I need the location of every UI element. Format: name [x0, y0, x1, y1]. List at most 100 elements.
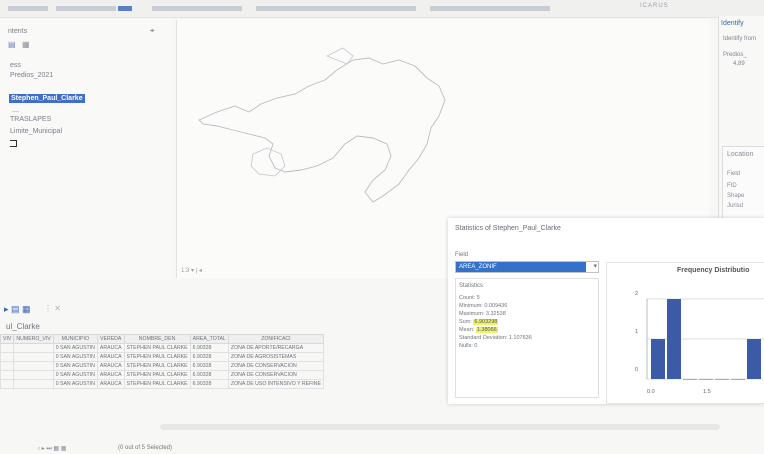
column-header[interactable]: NUMERO_VIV	[13, 334, 54, 344]
table-cell: 0 SAN AGUSTIN	[52, 379, 98, 389]
column-header[interactable]: AREA_TOTAL	[189, 334, 229, 344]
layer-item-stephen-paul-clarke[interactable]: Stephen_Paul_Clarke	[9, 94, 85, 103]
table-cell	[13, 379, 54, 389]
pin-icon[interactable]: ⌖	[150, 26, 155, 36]
identify-tree-item[interactable]: Predios_	[723, 52, 747, 58]
table-status-bar: ‹ ▸ ⏭ ▦ ▦ (0 out of 5 Selected)	[0, 432, 400, 454]
field-row: FID	[727, 183, 737, 189]
table-row[interactable]: 0 SAN AGUSTIN ARAUCA STEPHEN PAUL CLARKE 6.…	[0, 352, 324, 362]
stat-mean-label: Mean:	[459, 327, 475, 333]
table-tools-icon[interactable]: ⋮ ✕	[44, 304, 61, 313]
histogram-bar	[731, 379, 745, 380]
stat-minimum: Minimum: 0.009436	[459, 303, 508, 309]
table-cell: 0 SAN AGUSTIN	[52, 343, 98, 353]
histogram-bar	[683, 379, 697, 380]
toolbar-icons-group[interactable]	[256, 6, 416, 11]
frequency-chart: Frequency Distributio 2 1 0 0.0 1.5	[606, 262, 764, 404]
field-select[interactable]: AREA_ZONIF ▾	[455, 261, 599, 273]
chart-plot	[646, 298, 764, 380]
parcel-outline	[198, 57, 446, 203]
column-header[interactable]: ZONIFICACI	[227, 334, 324, 344]
toolbar-icons-group[interactable]	[430, 6, 550, 11]
table-horizontal-scrollbar[interactable]	[160, 424, 720, 430]
field-label: Field	[455, 252, 469, 258]
table-cell	[13, 343, 54, 353]
table-cell	[13, 361, 54, 371]
field-row: Field	[727, 171, 741, 177]
table-row[interactable]: 0 SAN AGUSTIN ARAUCA STEPHEN PAUL CLARKE 6.…	[0, 343, 324, 353]
location-header: Location	[727, 151, 754, 158]
column-header[interactable]: VIV	[0, 334, 15, 344]
stat-sum-label: Sum:	[459, 319, 472, 325]
layer-item-traslapes[interactable]: TRASLAPES	[10, 116, 51, 123]
list-by-source-icon[interactable]: ▦	[22, 40, 30, 49]
column-header[interactable]: VEREDA	[96, 334, 125, 344]
field-row: Shape	[727, 193, 745, 199]
table-cell: 0 SAN AGUSTIN	[52, 370, 98, 380]
table-cell: STEPHEN PAUL CLARKE	[123, 343, 191, 353]
toolbar-icons-group[interactable]	[56, 6, 116, 11]
parcel-outline	[250, 147, 286, 177]
table-cell	[0, 361, 15, 371]
contents-header: ntents	[8, 28, 28, 35]
table-row[interactable]: 0 SAN AGUSTIN ARAUCA STEPHEN PAUL CLARKE 6.…	[0, 361, 324, 371]
table-cell: 0 SAN AGUSTIN	[52, 361, 98, 371]
stat-maximum: Maximum: 3.32538	[459, 311, 506, 317]
table-cell: 6.90328	[189, 352, 229, 362]
table-cell: ZONA DE CONSERVACION	[227, 361, 324, 371]
table-row[interactable]: 0 SAN AGUSTIN ARAUCA STEPHEN PAUL CLARKE 6.…	[0, 370, 324, 380]
column-header[interactable]: NOMBRE_DEN	[123, 334, 191, 344]
table-cell: ZONA DE AGROSISTEMAS	[227, 352, 324, 362]
layer-symbol: —	[12, 108, 19, 115]
histogram-bar	[747, 339, 761, 379]
table-row[interactable]: 0 SAN AGUSTIN ARAUCA STEPHEN PAUL CLARKE 6.…	[0, 379, 324, 389]
table-cell: 6.90328	[189, 343, 229, 353]
layer-item-predios[interactable]: Predios_2021	[10, 72, 53, 79]
table-cell	[0, 343, 15, 353]
attribute-table-toolbar: ▸ ▤ ▦ ⋮ ✕ ul_Clarke	[0, 290, 420, 336]
layer-item[interactable]: ess	[10, 62, 21, 69]
statistics-title: Statistics of Stephen_Paul_Clarke	[455, 225, 561, 232]
table-cell	[13, 352, 54, 362]
stat-mean: Mean: 1.38066	[459, 327, 498, 333]
toolbar-icons-group[interactable]	[152, 6, 242, 11]
column-header[interactable]: MUNICIPIO	[52, 334, 98, 344]
histogram-bar	[651, 339, 665, 379]
table-cell: ZONA DE CONSERVACION	[227, 370, 324, 380]
identify-tree-subitem[interactable]: 4,89	[733, 61, 745, 67]
field-row: Jurisd	[727, 203, 744, 209]
x-tick-label: 0.0	[647, 389, 655, 395]
toolbar-right-label: ICARUS	[640, 3, 669, 9]
add-field-icon[interactable]: ▸ ▤ ▦	[4, 304, 31, 315]
histogram-bar	[715, 379, 729, 380]
statistics-panel: Statistics Count: 5 Minimum: 0.009436 Ma…	[455, 278, 599, 398]
stat-nulls: Nulls: 0	[459, 343, 478, 349]
contents-pane: ntents ⌖ ▤ ▦ ess Predios_2021 Stephen_Pa…	[0, 18, 172, 280]
ribbon-toolbar: ICARUS	[0, 0, 764, 18]
field-select-value: AREA_ZONIF	[456, 262, 586, 272]
x-tick-label: 1.5	[703, 389, 711, 395]
histogram-bar	[667, 299, 681, 379]
stat-std: Standard Deviation: 1.107636	[459, 335, 532, 341]
record-navigation-icons[interactable]: ‹ ▸ ⏭ ▦ ▦	[38, 445, 66, 453]
table-cell: STEPHEN PAUL CLARKE	[123, 352, 191, 362]
table-cell	[0, 370, 15, 380]
stat-sum: Sum: 6.903298	[459, 319, 499, 325]
toolbar-icons-group[interactable]	[8, 6, 48, 11]
list-by-drawing-order-icon[interactable]: ▤	[8, 40, 16, 49]
statistics-dialog: Statistics of Stephen_Paul_Clarke Field …	[448, 218, 764, 404]
table-cell: ARAUCA	[96, 352, 125, 362]
toolbar-active-icon[interactable]	[118, 6, 132, 11]
attribute-table-tab[interactable]: ul_Clarke	[6, 322, 40, 331]
table-cell	[13, 370, 54, 380]
identify-from-label: Identify from	[723, 36, 757, 42]
map-scale-control[interactable]: 1:3 ▾ | ◂	[181, 267, 202, 274]
selection-count: (0 out of 5 Selected)	[118, 445, 173, 451]
table-cell: 6.90328	[189, 370, 229, 380]
table-cell: STEPHEN PAUL CLARKE	[123, 361, 191, 371]
layer-item-limite-municipal[interactable]: Limite_Municipal	[10, 128, 62, 135]
chevron-down-icon[interactable]: ▾	[593, 262, 597, 272]
histogram-bar	[699, 379, 713, 380]
stat-mean-value: 1.38066	[475, 327, 498, 333]
table-cell: ZONA DE USO INTENSIVO Y REFINE	[227, 379, 324, 389]
